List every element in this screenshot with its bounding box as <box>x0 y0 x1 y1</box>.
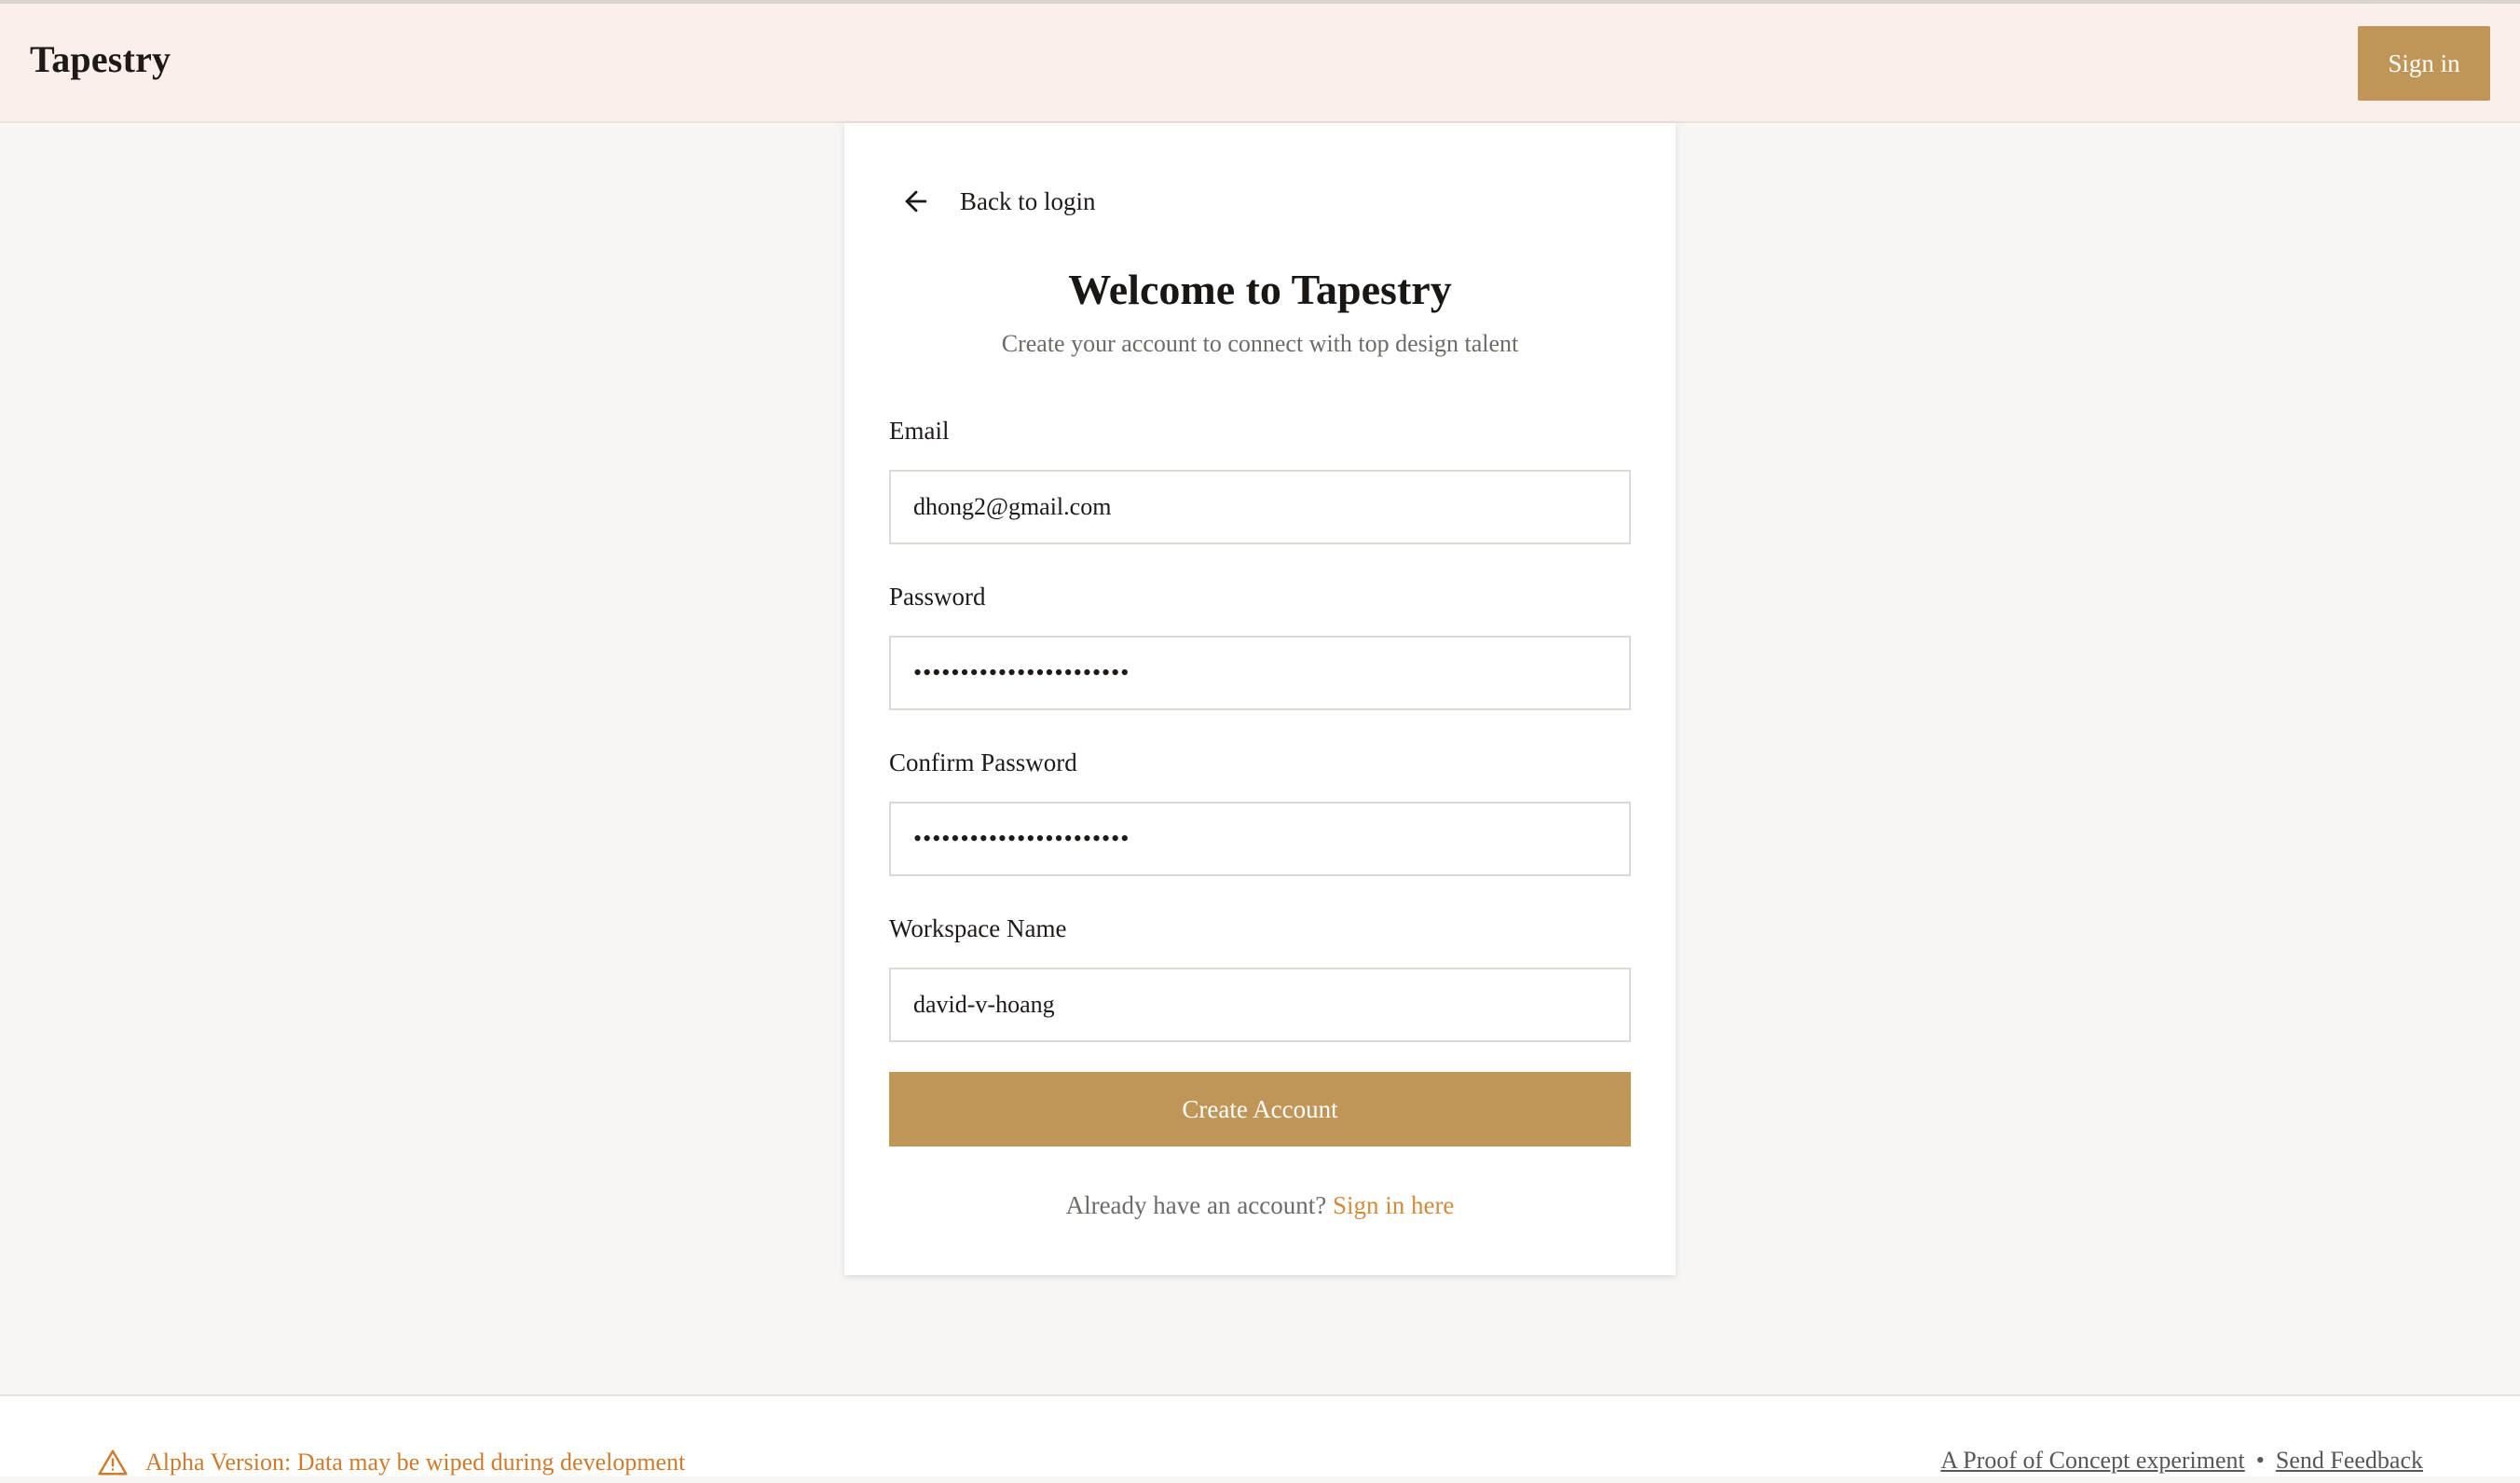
email-label: Email <box>889 417 950 445</box>
arrow-left-icon <box>900 185 932 217</box>
create-account-button[interactable]: Create Account <box>889 1072 1631 1147</box>
email-field[interactable] <box>889 470 1631 544</box>
header-sign-in-button[interactable]: Sign in <box>2358 26 2490 101</box>
footer-links: A Proof of Concept experiment • Send Fee… <box>1940 1447 2423 1475</box>
back-to-login-label: Back to login <box>960 186 1096 215</box>
top-header: Tapestry Sign in <box>0 4 2520 123</box>
page-subtitle: Create your account to connect with top … <box>1001 330 1519 357</box>
confirm-password-field[interactable] <box>889 802 1631 876</box>
back-to-login-link[interactable]: Back to login <box>900 181 1095 222</box>
page-footer: Alpha Version: Data may be wiped during … <box>0 1394 2520 1476</box>
footer-separator: • <box>2255 1447 2265 1474</box>
page-title: Welcome to Tapestry <box>1068 266 1452 313</box>
brand-logo[interactable]: Tapestry <box>30 37 171 81</box>
workspace-name-field[interactable] <box>889 968 1631 1042</box>
sign-in-here-link[interactable]: Sign in here <box>1333 1191 1454 1219</box>
confirm-password-label: Confirm Password <box>889 748 1077 776</box>
proof-of-concept-link[interactable]: A Proof of Concept experiment <box>1940 1447 2244 1475</box>
send-feedback-link[interactable]: Send Feedback <box>2276 1447 2423 1475</box>
workspace-name-label: Workspace Name <box>889 914 1067 942</box>
alpha-notice-text: Alpha Version: Data may be wiped during … <box>145 1449 686 1476</box>
already-have-account: Already have an account? Sign in here <box>844 1191 1676 1220</box>
password-field[interactable] <box>889 636 1631 710</box>
signup-card: Back to login Welcome to Tapestry Create… <box>844 123 1676 1275</box>
password-label: Password <box>889 583 986 611</box>
alpha-notice: Alpha Version: Data may be wiped during … <box>97 1449 685 1476</box>
already-have-account-text: Already have an account? <box>1065 1191 1327 1219</box>
warning-triangle-icon <box>97 1449 129 1476</box>
